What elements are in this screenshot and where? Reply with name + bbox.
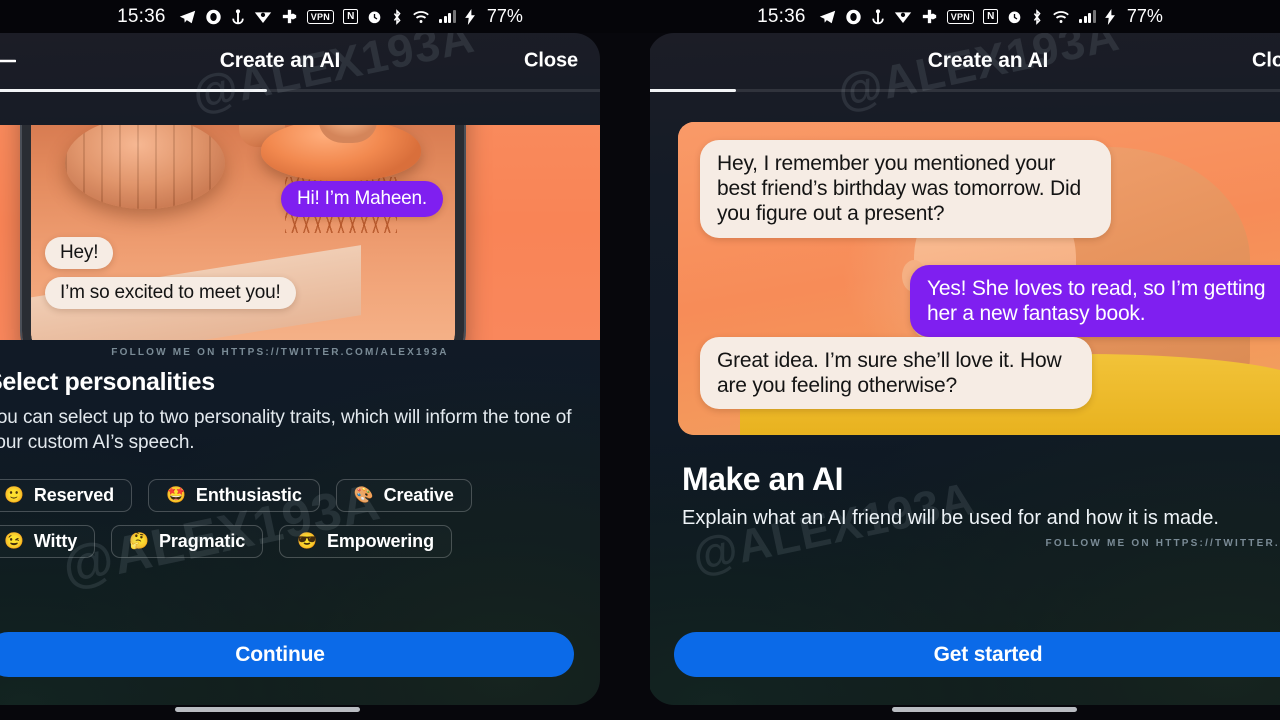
- close-button[interactable]: Close: [1252, 50, 1280, 73]
- page-title: Create an AI: [927, 49, 1049, 72]
- hero-preview-left: Hi! I’m Maheen. Hey! I’m so excited to m…: [0, 125, 600, 340]
- chat-bubble: I’m so excited to meet you!: [45, 277, 296, 310]
- continue-button[interactable]: Continue: [0, 632, 574, 677]
- progress-bar-left: [0, 89, 600, 92]
- personality-chip-label: Pragmatic: [159, 531, 246, 552]
- chat-bubble: Hey!: [45, 237, 114, 270]
- personality-chip-label: Creative: [383, 485, 454, 506]
- anchor-icon: [231, 8, 245, 26]
- phone-mockup: Hi! I’m Maheen. Hey! I’m so excited to m…: [22, 125, 464, 340]
- data-saver-icon: [921, 8, 938, 26]
- chat-bubble: Hi! I’m Maheen.: [280, 181, 443, 218]
- artist-palette-emoji: 🎨: [353, 486, 374, 504]
- section-title: Make an AI: [682, 461, 843, 497]
- nfc-badge: N: [343, 9, 359, 24]
- telegram-icon: [179, 8, 196, 26]
- bluetooth-icon: [1031, 8, 1043, 26]
- credit-line: FOLLOW ME ON HTTPS://TWITTER.COM/ALEX193…: [111, 347, 449, 358]
- battery-percent: 77%: [1126, 6, 1163, 26]
- status-time: 15:36: [757, 5, 806, 27]
- personality-chip-label: Reserved: [33, 485, 115, 506]
- star-struck-emoji: 🤩: [166, 486, 186, 504]
- credit-line: FOLLOW ME ON HTTPS://TWITTER.COM/ALEX1: [1045, 538, 1280, 549]
- eye-shield-icon: [845, 8, 862, 26]
- progress-bar-right: [648, 89, 1280, 92]
- progress-fill: [0, 89, 268, 92]
- pouffe-object: [65, 125, 225, 209]
- home-indicator: [892, 707, 1077, 712]
- app-header-right: Create an AI Close: [648, 33, 1280, 89]
- personality-chip-pragmatic[interactable]: 🤔 Pragmatic: [111, 525, 264, 559]
- personality-chip-creative[interactable]: 🎨 Creative: [335, 479, 472, 513]
- right-phone-panel: Create an AI Close Hey, I remember you m…: [648, 33, 1280, 705]
- wifi-icon: [412, 8, 430, 26]
- app-header-left: Create an AI Close: [0, 33, 600, 89]
- anchor-icon: [871, 8, 885, 26]
- home-indicator: [175, 707, 360, 712]
- eye-shield-icon: [205, 8, 222, 26]
- diamond-shield-icon: [894, 8, 912, 26]
- vpn-badge: VPN: [946, 9, 975, 24]
- status-bar-left: 15:36 VPN N 77%: [0, 0, 640, 33]
- personality-chip-empowering[interactable]: 😎 Empowering: [279, 525, 452, 559]
- section-description: You can select up to two personality tra…: [0, 407, 572, 454]
- status-time: 15:36: [117, 5, 166, 27]
- telegram-icon: [819, 8, 836, 26]
- get-started-button[interactable]: Get started: [674, 632, 1280, 677]
- slight-smile-emoji: 🙂: [4, 486, 24, 504]
- signal-bars-icon: [1079, 10, 1096, 23]
- panel-gap: [600, 33, 650, 705]
- status-bar-right: 15:36 VPN N 77%: [640, 0, 1280, 33]
- charging-bolt-icon: [464, 8, 476, 26]
- screenshot-stage: 15:36 VPN N 77% 15:36 VPN N 77% Create a…: [0, 0, 1280, 720]
- section-description: Explain what an AI friend will be used f…: [682, 507, 1219, 529]
- back-arrow-icon[interactable]: [0, 52, 16, 70]
- progress-fill: [648, 89, 737, 92]
- chat-bubble: Hey, I remember you mentioned your best …: [700, 140, 1111, 238]
- bluetooth-icon: [391, 8, 403, 26]
- thinking-face-emoji: 🤔: [129, 532, 149, 550]
- alarm-icon: [367, 8, 382, 26]
- data-saver-icon: [281, 8, 298, 26]
- nfc-badge: N: [983, 9, 999, 24]
- personality-chip-label: Empowering: [326, 531, 434, 552]
- signal-bars-icon: [439, 10, 456, 23]
- section-copy-left: Select personalities You can select up t…: [0, 358, 600, 455]
- page-title: Create an AI: [219, 49, 341, 72]
- personality-chip-label: Witty: [33, 531, 78, 552]
- chat-bubble: Great idea. I’m sure she’ll love it. How…: [700, 337, 1092, 410]
- diamond-shield-icon: [254, 8, 272, 26]
- wink-emoji: 😉: [4, 532, 24, 550]
- personality-chip-witty[interactable]: 😉 Witty: [0, 525, 96, 559]
- vpn-badge: VPN: [306, 9, 335, 24]
- left-phone-panel: Create an AI Close Hi! I’m Maheen. Hey! …: [0, 33, 600, 705]
- personality-chip-label: Enthusiastic: [195, 485, 302, 506]
- personality-chip-list: 🙂 Reserved 🤩 Enthusiastic 🎨 Creative 😉 Witty 🤔 Pr…: [0, 455, 480, 559]
- section-copy-right: Make an AI Explain what an AI friend wil…: [648, 435, 1280, 531]
- alarm-icon: [1007, 8, 1022, 26]
- sunglasses-emoji: 😎: [297, 532, 317, 550]
- wifi-icon: [1052, 8, 1070, 26]
- battery-percent: 77%: [486, 6, 523, 26]
- chat-bubble: Yes! She loves to read, so I’m getting h…: [910, 265, 1280, 338]
- cta-container-right: Get started: [648, 632, 1280, 705]
- section-title: Select personalities: [0, 368, 215, 396]
- hero-preview-right: Hey, I remember you mentioned your best …: [678, 122, 1280, 435]
- cta-container-left: Continue: [0, 632, 600, 705]
- personality-chip-enthusiastic[interactable]: 🤩 Enthusiastic: [148, 479, 320, 513]
- close-button[interactable]: Close: [524, 50, 578, 73]
- personality-chip-reserved[interactable]: 🙂 Reserved: [0, 479, 133, 513]
- charging-bolt-icon: [1104, 8, 1116, 26]
